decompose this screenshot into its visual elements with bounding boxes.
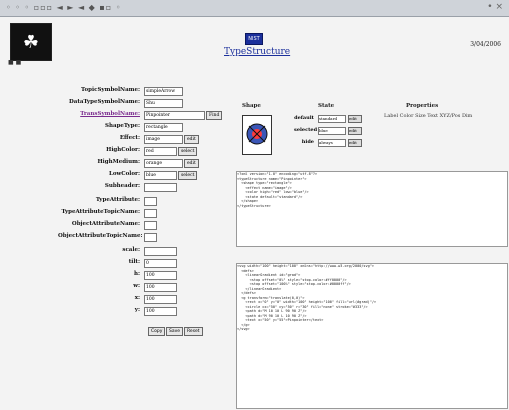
form-row: ShapeType: rectangle: [58, 123, 218, 133]
form-select[interactable]: simpleArrow: [144, 87, 183, 96]
form-input[interactable]: 0: [144, 259, 177, 268]
form-checkbox[interactable]: [144, 221, 157, 230]
form-label: HighColor:: [106, 147, 140, 153]
form-label: w:: [133, 283, 140, 289]
form-label: tilt:: [128, 259, 140, 265]
browser-toolbar: ◦ ◦ ◦ ▫▫▫ ◄ ► ◄ ◆ ▪▫ ◦ • ×: [0, 0, 509, 17]
form-label: Effect:: [119, 135, 140, 141]
form-label: TypeAttribute:: [95, 197, 140, 203]
form-checkbox[interactable]: [144, 233, 157, 242]
form-row: ObjectAttributeTopicName:: [58, 233, 218, 243]
form-row: w: 100: [58, 283, 218, 293]
state-select[interactable]: standard: [318, 115, 346, 123]
state-select[interactable]: blue: [318, 127, 346, 135]
shape-header: Shape: [242, 103, 261, 109]
form-row: x: 100: [58, 295, 218, 305]
form-input[interactable]: 100: [144, 307, 177, 316]
form-row: y: 100: [58, 307, 218, 317]
form-label: DataTypeSymbolName:: [69, 99, 140, 105]
form-label-link[interactable]: TransSymbolName:: [58, 111, 140, 117]
form-input[interactable]: [144, 183, 177, 192]
brand-badge: NIST: [245, 33, 263, 45]
window-controls[interactable]: • ×: [487, 2, 503, 12]
form-row: ObjectAttributeName:: [58, 221, 218, 231]
state-label: hide: [301, 139, 314, 145]
form-input[interactable]: Pinpointer: [144, 111, 205, 120]
form-select[interactable]: Shu: [144, 99, 183, 108]
select-button[interactable]: select: [178, 171, 198, 180]
form-label: x:: [134, 295, 140, 301]
page-date: 3/04/2006: [470, 41, 501, 48]
page-title[interactable]: TypeStructure: [224, 47, 290, 57]
form-label: HighMedium:: [97, 159, 140, 165]
form-checkbox[interactable]: [144, 197, 157, 206]
form-row: TypeAttributeTopicName:: [58, 209, 218, 219]
form-row: TopicSymbolName: simpleArrow: [58, 87, 218, 97]
form-input[interactable]: red: [144, 147, 177, 156]
state-edit-button[interactable]: edit: [348, 139, 362, 147]
form-checkbox[interactable]: [144, 209, 157, 218]
state-select[interactable]: always: [318, 139, 346, 147]
logo-icon: ☘: [10, 23, 52, 61]
form-input[interactable]: [144, 247, 177, 256]
form-input[interactable]: 100: [144, 283, 177, 292]
form-label: Subheader:: [104, 183, 140, 189]
type-form: TopicSymbolName: simpleArrow DataTypeSym…: [58, 87, 223, 387]
form-input[interactable]: 100: [144, 271, 177, 280]
state-label: selected: [294, 127, 318, 133]
edit-button[interactable]: edit: [184, 159, 199, 168]
form-label: ObjectAttributeName:: [71, 221, 140, 227]
form-row: h: 100: [58, 271, 218, 281]
svg-text-area[interactable]: <svg width="100" height="100" xmlns="htt…: [236, 263, 508, 409]
shape-state-table: Shape State Properties default standard …: [236, 103, 506, 173]
copy-button[interactable]: Copy: [148, 327, 166, 336]
form-label: scale:: [122, 247, 140, 253]
form-select[interactable]: rectangle: [144, 123, 183, 132]
form-row: TypeAttribute:: [58, 197, 218, 207]
form-row: scale:: [58, 247, 218, 257]
browser-window: ◦ ◦ ◦ ▫▫▫ ◄ ► ◄ ◆ ▪▫ ◦ • × ☘ ■ ■ NIST Ty…: [0, 0, 509, 410]
logo-caption: ■ ■: [8, 59, 22, 66]
reset-button[interactable]: Reset: [184, 327, 203, 336]
toolbar-icons[interactable]: ◦ ◦ ◦ ▫▫▫ ◄ ► ◄ ◆ ▪▫ ◦: [6, 3, 121, 12]
form-row: TransSymbolName: Pinpointer Find: [58, 111, 223, 121]
form-label: LowColor:: [108, 171, 140, 177]
form-row: HighMedium: orange edit: [58, 159, 218, 169]
shape-icon: [246, 123, 268, 145]
form-row: tilt: 0: [58, 259, 218, 269]
find-button[interactable]: Find: [206, 111, 223, 120]
form-label: y:: [134, 307, 140, 313]
state-edit-button[interactable]: edit: [348, 115, 362, 123]
page-content: ☘ ■ ■ NIST TypeStructure 3/04/2006 Topic…: [0, 17, 509, 410]
save-button[interactable]: Save: [166, 327, 184, 336]
form-row: Effect: image edit: [58, 135, 218, 145]
form-label: h:: [133, 271, 140, 277]
form-label: ObjectAttributeTopicName:: [58, 233, 143, 239]
edit-button[interactable]: edit: [184, 135, 199, 144]
state-label: default: [294, 115, 314, 121]
form-row: Subheader:: [58, 183, 218, 193]
shape-preview-image: [242, 115, 272, 155]
properties-header: Properties: [406, 103, 439, 109]
form-label: TypeAttributeTopicName:: [61, 209, 140, 215]
form-row: DataTypeSymbolName: Shu: [58, 99, 218, 109]
form-select[interactable]: orange: [144, 159, 183, 168]
header: NIST TypeStructure: [224, 25, 290, 57]
form-row: HighColor: red select: [58, 147, 218, 157]
form-label: TopicSymbolName:: [81, 87, 140, 93]
select-button[interactable]: select: [178, 147, 198, 156]
state-edit-button[interactable]: edit: [348, 127, 362, 135]
form-select[interactable]: image: [144, 135, 183, 144]
form-row: LowColor: blue select: [58, 171, 218, 181]
form-input[interactable]: 100: [144, 295, 177, 304]
xml-text-area[interactable]: <?xml version="1.0" encoding="utf-8"?> <…: [236, 171, 508, 247]
form-input[interactable]: blue: [144, 171, 177, 180]
form-label: ShapeType:: [105, 123, 140, 129]
properties-links[interactable]: Label Color Size Text XYZ/Pos Dim: [384, 113, 472, 119]
state-header: State: [318, 103, 335, 109]
